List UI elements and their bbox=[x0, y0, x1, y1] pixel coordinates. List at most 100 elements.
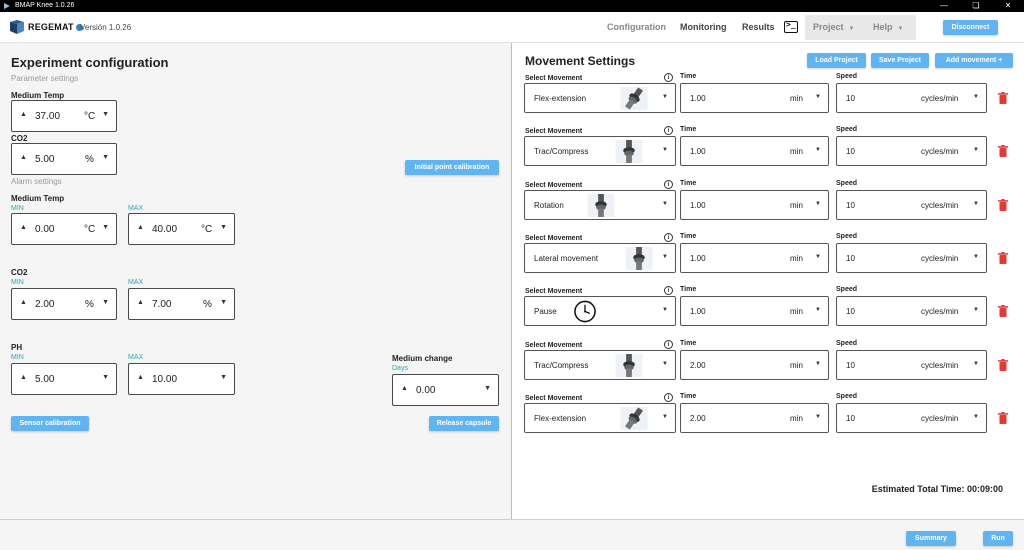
time-select[interactable]: 1.00 min ▼ bbox=[680, 136, 829, 166]
time-select[interactable]: 1.00 min ▼ bbox=[680, 190, 829, 220]
info-icon[interactable]: i bbox=[664, 340, 673, 349]
restore-icon[interactable]: ❏ bbox=[960, 0, 992, 12]
chevron-down-icon[interactable]: ▼ bbox=[484, 385, 491, 392]
chevron-down-icon[interactable]: ▼ bbox=[102, 224, 109, 231]
menu-help[interactable]: Help ▼ bbox=[873, 12, 903, 43]
terminal-icon[interactable]: >_ bbox=[784, 20, 798, 33]
chevron-down-icon[interactable]: ▼ bbox=[815, 201, 821, 207]
movement-select[interactable]: Trac/Compress ▼ bbox=[524, 136, 676, 166]
chevron-down-icon[interactable]: ▼ bbox=[815, 361, 821, 367]
release-capsule-button[interactable]: Release capsule bbox=[429, 416, 499, 431]
speed-select[interactable]: 10 cycles/min ▼ bbox=[836, 83, 987, 113]
time-select[interactable]: 1.00 min ▼ bbox=[680, 243, 829, 273]
chevron-down-icon[interactable]: ▼ bbox=[102, 154, 109, 161]
initial-point-calibration-button[interactable]: Initial point calibration bbox=[405, 160, 499, 175]
save-project-button[interactable]: Save Project bbox=[871, 53, 929, 68]
speed-select[interactable]: 10 cycles/min ▼ bbox=[836, 190, 987, 220]
tab-configuration[interactable]: Configuration bbox=[607, 12, 666, 43]
trash-icon[interactable] bbox=[998, 92, 1008, 104]
chevron-down-icon[interactable]: ▼ bbox=[815, 147, 821, 153]
movement-select[interactable]: Pause ▼ bbox=[524, 296, 676, 326]
run-button[interactable]: Run bbox=[983, 531, 1013, 546]
chevron-down-icon[interactable]: ▼ bbox=[662, 254, 668, 260]
info-icon[interactable]: i bbox=[664, 233, 673, 242]
chevron-down-icon[interactable]: ▼ bbox=[815, 254, 821, 260]
movement-select[interactable]: Lateral movement ▼ bbox=[524, 243, 676, 273]
trash-icon[interactable] bbox=[998, 145, 1008, 157]
menu-project[interactable]: Project ▼ bbox=[813, 12, 854, 43]
chevron-down-icon[interactable]: ▼ bbox=[973, 254, 979, 260]
chevron-down-icon[interactable]: ▼ bbox=[815, 414, 821, 420]
close-icon[interactable]: ✕ bbox=[992, 0, 1024, 12]
chevron-down-icon[interactable]: ▼ bbox=[662, 201, 668, 207]
load-project-button[interactable]: Load Project bbox=[807, 53, 866, 68]
trash-icon[interactable] bbox=[998, 252, 1008, 264]
chevron-down-icon[interactable]: ▼ bbox=[973, 414, 979, 420]
time-select[interactable]: 2.00 min ▼ bbox=[680, 350, 829, 380]
alarm-temp-min-stepper[interactable]: ▲ 0.00 °C ▼ bbox=[11, 213, 117, 245]
info-icon[interactable]: i bbox=[664, 180, 673, 189]
chevron-down-icon[interactable]: ▼ bbox=[220, 374, 227, 381]
trash-icon[interactable] bbox=[998, 199, 1008, 211]
tab-results[interactable]: Results bbox=[742, 12, 775, 43]
chevron-down-icon[interactable]: ▼ bbox=[973, 307, 979, 313]
alarm-ph-max-stepper[interactable]: ▲ 10.00 ▼ bbox=[128, 363, 235, 395]
speed-select[interactable]: 10 cycles/min ▼ bbox=[836, 296, 987, 326]
info-icon[interactable]: i bbox=[664, 393, 673, 402]
speed-select[interactable]: 10 cycles/min ▼ bbox=[836, 136, 987, 166]
chevron-up-icon[interactable]: ▲ bbox=[401, 385, 408, 392]
tab-monitoring[interactable]: Monitoring bbox=[680, 12, 727, 43]
trash-icon[interactable] bbox=[998, 305, 1008, 317]
info-icon[interactable]: i bbox=[664, 126, 673, 135]
chevron-down-icon[interactable]: ▼ bbox=[815, 94, 821, 100]
movement-select[interactable]: Flex-extension ▼ bbox=[524, 403, 676, 433]
chevron-up-icon[interactable]: ▲ bbox=[20, 299, 27, 306]
chevron-up-icon[interactable]: ▲ bbox=[20, 154, 27, 161]
medium-temp-stepper[interactable]: ▲ 37.00 °C ▼ bbox=[11, 100, 117, 132]
chevron-up-icon[interactable]: ▲ bbox=[137, 374, 144, 381]
medium-change-stepper[interactable]: ▲ 0.00 ▼ bbox=[392, 374, 499, 406]
info-icon[interactable]: i bbox=[664, 73, 673, 82]
chevron-down-icon[interactable]: ▼ bbox=[662, 361, 668, 367]
speed-select[interactable]: 10 cycles/min ▼ bbox=[836, 350, 987, 380]
disconnect-button[interactable]: Disconnect bbox=[943, 20, 998, 35]
chevron-down-icon[interactable]: ▼ bbox=[102, 299, 109, 306]
info-icon[interactable]: i bbox=[664, 286, 673, 295]
chevron-down-icon[interactable]: ▼ bbox=[662, 94, 668, 100]
speed-select[interactable]: 10 cycles/min ▼ bbox=[836, 243, 987, 273]
chevron-down-icon[interactable]: ▼ bbox=[220, 299, 227, 306]
chevron-down-icon[interactable]: ▼ bbox=[102, 111, 109, 118]
trash-icon[interactable] bbox=[998, 359, 1008, 371]
sensor-calibration-button[interactable]: Sensor calibration bbox=[11, 416, 89, 431]
trash-icon[interactable] bbox=[998, 412, 1008, 424]
add-movement-button[interactable]: Add movement + bbox=[935, 53, 1013, 68]
chevron-up-icon[interactable]: ▲ bbox=[20, 374, 27, 381]
movement-select[interactable]: Rotation ▼ bbox=[524, 190, 676, 220]
time-select[interactable]: 1.00 min ▼ bbox=[680, 83, 829, 113]
chevron-up-icon[interactable]: ▲ bbox=[137, 224, 144, 231]
chevron-down-icon[interactable]: ▼ bbox=[973, 147, 979, 153]
time-select[interactable]: 1.00 min ▼ bbox=[680, 296, 829, 326]
alarm-temp-max-stepper[interactable]: ▲ 40.00 °C ▼ bbox=[128, 213, 235, 245]
summary-button[interactable]: Summary bbox=[906, 531, 956, 546]
co2-stepper[interactable]: ▲ 5.00 % ▼ bbox=[11, 143, 117, 175]
chevron-down-icon[interactable]: ▼ bbox=[102, 374, 109, 381]
chevron-up-icon[interactable]: ▲ bbox=[20, 224, 27, 231]
alarm-co2-max-stepper[interactable]: ▲ 7.00 % ▼ bbox=[128, 288, 235, 320]
chevron-down-icon[interactable]: ▼ bbox=[973, 201, 979, 207]
chevron-down-icon[interactable]: ▼ bbox=[220, 224, 227, 231]
chevron-down-icon[interactable]: ▼ bbox=[662, 147, 668, 153]
chevron-down-icon[interactable]: ▼ bbox=[662, 307, 668, 313]
chevron-down-icon[interactable]: ▼ bbox=[662, 414, 668, 420]
chevron-down-icon[interactable]: ▼ bbox=[973, 94, 979, 100]
alarm-ph-min-stepper[interactable]: ▲ 5.00 ▼ bbox=[11, 363, 117, 395]
chevron-up-icon[interactable]: ▲ bbox=[20, 111, 27, 118]
movement-select[interactable]: Flex-extension ▼ bbox=[524, 83, 676, 113]
time-select[interactable]: 2.00 min ▼ bbox=[680, 403, 829, 433]
chevron-down-icon[interactable]: ▼ bbox=[815, 307, 821, 313]
movement-select[interactable]: Trac/Compress ▼ bbox=[524, 350, 676, 380]
speed-select[interactable]: 10 cycles/min ▼ bbox=[836, 403, 987, 433]
alarm-co2-min-stepper[interactable]: ▲ 2.00 % ▼ bbox=[11, 288, 117, 320]
chevron-down-icon[interactable]: ▼ bbox=[973, 361, 979, 367]
minimize-icon[interactable]: — bbox=[928, 0, 960, 12]
